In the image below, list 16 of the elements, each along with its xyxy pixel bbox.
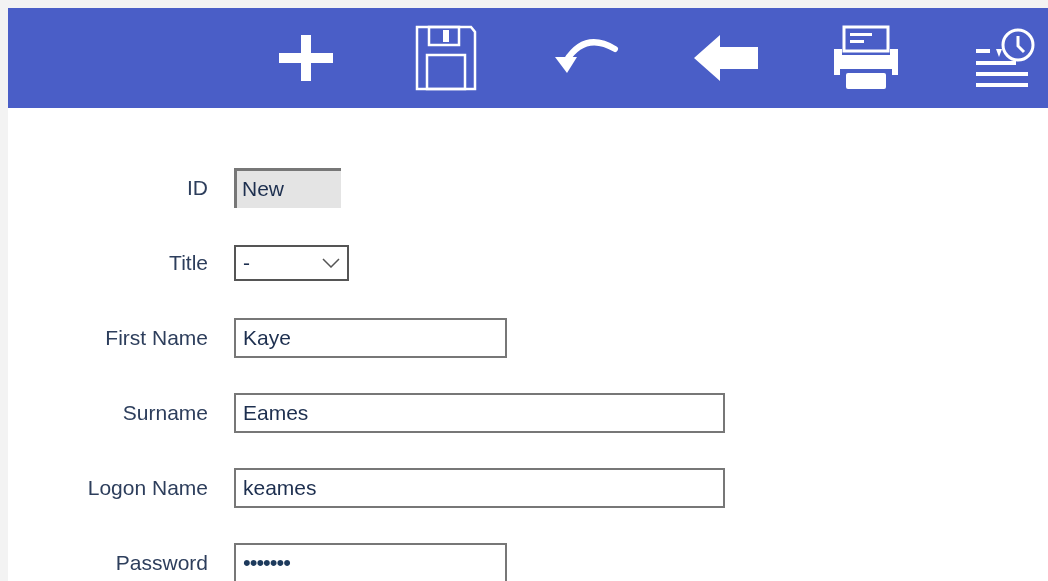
printer-icon bbox=[832, 25, 900, 91]
chevron-down-icon bbox=[322, 257, 340, 268]
password-field[interactable]: ••••••• bbox=[234, 542, 507, 581]
field-label: First Name bbox=[104, 325, 208, 350]
id-field: New bbox=[234, 167, 341, 208]
field-label: Surname bbox=[121, 400, 208, 425]
plus-icon bbox=[277, 33, 335, 83]
field-label: ID bbox=[186, 175, 208, 200]
text-field[interactable]: keames bbox=[234, 467, 725, 508]
text-field[interactable]: Kaye bbox=[234, 317, 507, 358]
title-dropdown[interactable]: - bbox=[234, 244, 349, 281]
left-arrow-icon bbox=[692, 33, 760, 83]
field-label: Password bbox=[114, 550, 208, 575]
field-label: Logon Name bbox=[86, 475, 208, 500]
text-field[interactable]: Eames bbox=[234, 392, 725, 433]
field-label: Title bbox=[168, 250, 208, 275]
